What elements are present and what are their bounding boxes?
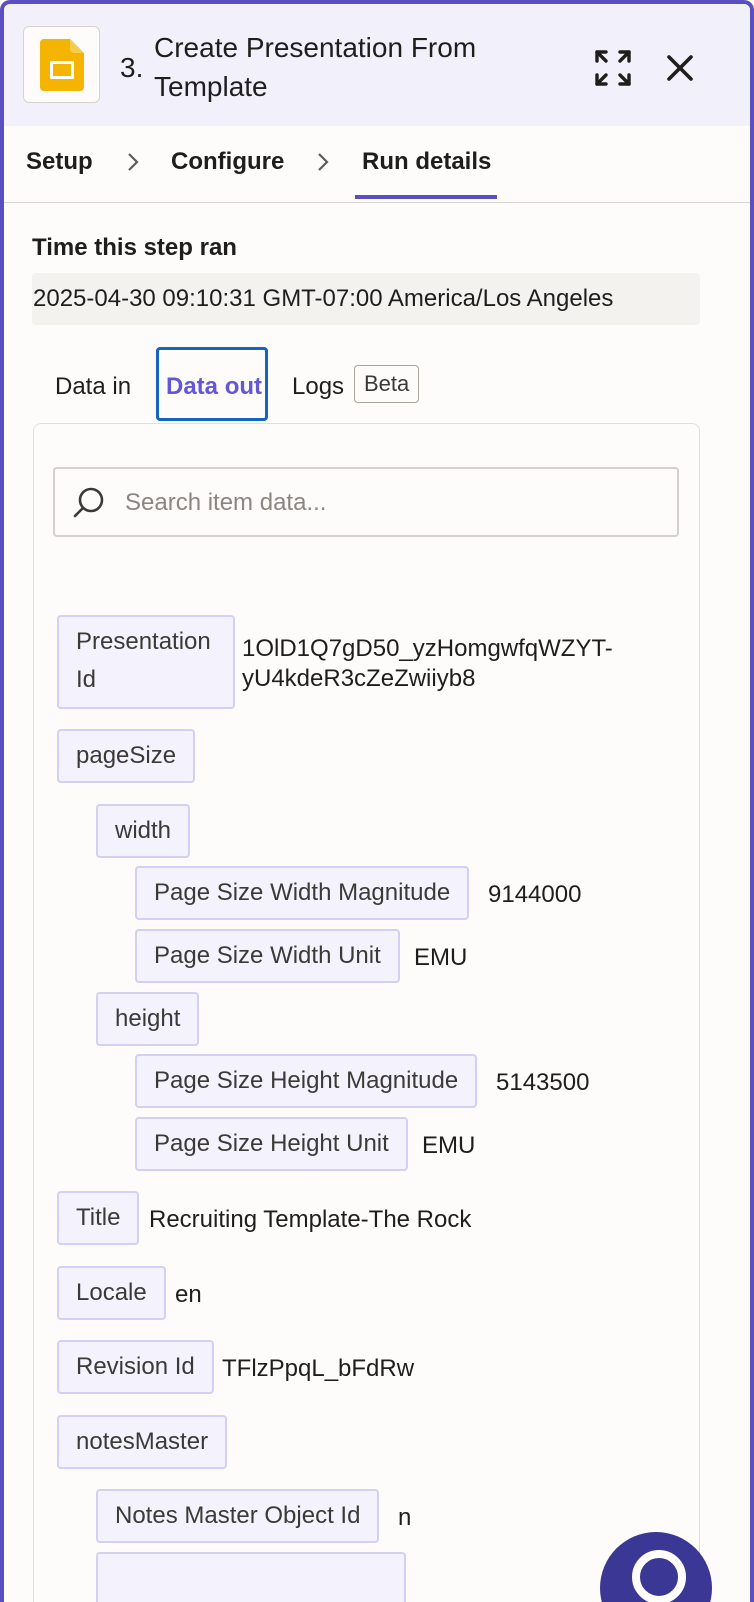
close-button[interactable] xyxy=(656,44,704,92)
time-ran-text: 2025-04-30 09:10:31 GMT-07:00 America/Lo… xyxy=(33,285,614,312)
panel-header: 3. Create Presentation From Template xyxy=(4,4,750,126)
key-revision-id[interactable]: Revision Id xyxy=(57,1340,214,1394)
expand-button[interactable] xyxy=(589,44,637,92)
value-width-magnitude: 9144000 xyxy=(488,881,582,908)
value-height-magnitude: 5143500 xyxy=(496,1069,590,1096)
tab-run-details[interactable]: Run details xyxy=(362,148,491,176)
value-locale: en xyxy=(175,1281,202,1308)
tab-configure[interactable]: Configure xyxy=(171,148,284,176)
time-ran-label: Time this step ran xyxy=(32,234,237,261)
step-title: Create Presentation From Template xyxy=(154,32,477,102)
key-page-size[interactable]: pageSize xyxy=(57,729,196,783)
search-box xyxy=(53,467,679,537)
search-input[interactable] xyxy=(123,469,667,537)
value-notes-master-object-id: n xyxy=(398,1504,412,1531)
time-ran-value: 2025-04-30 09:10:31 GMT-07:00 America/Lo… xyxy=(32,273,700,325)
chat-bubble-icon xyxy=(632,1550,686,1602)
key-height[interactable]: height xyxy=(96,992,200,1046)
key-locale[interactable]: Locale xyxy=(57,1266,166,1320)
step-details-panel: 3. Create Presentation From Template Set… xyxy=(0,0,754,1602)
key-width-unit[interactable]: Page Size Width Unit xyxy=(135,929,400,983)
value-title: Recruiting Template-The Rock xyxy=(149,1206,472,1233)
step-tabs: Setup Configure Run details xyxy=(4,126,750,203)
subtab-logs[interactable]: Logs xyxy=(292,373,344,401)
key-presentation-id[interactable]: Presentation Id xyxy=(57,615,235,709)
close-icon xyxy=(667,55,693,81)
key-height-magnitude[interactable]: Page Size Height Magnitude xyxy=(135,1054,478,1108)
key-width-magnitude[interactable]: Page Size Width Magnitude xyxy=(135,866,470,920)
value-presentation-id: 1OlD1Q7gD50_yzHomgwfqWZYT-yU4kdeR3cZeZwi… xyxy=(242,635,613,692)
value-height-unit: EMU xyxy=(422,1132,476,1159)
key-width[interactable]: width xyxy=(96,804,191,858)
key-partial-row[interactable] xyxy=(96,1552,406,1602)
key-notes-master-object-id[interactable]: Notes Master Object Id xyxy=(96,1489,380,1543)
chevron-right-icon xyxy=(128,153,139,171)
value-width-unit: EMU xyxy=(414,944,468,971)
step-number: 3. xyxy=(120,52,144,83)
google-slides-icon xyxy=(23,26,100,103)
tab-setup[interactable]: Setup xyxy=(26,148,93,176)
subtab-data-in[interactable]: Data in xyxy=(55,373,131,401)
active-tab-indicator xyxy=(355,195,497,199)
search-icon xyxy=(73,487,104,518)
key-title[interactable]: Title xyxy=(57,1191,140,1245)
beta-badge: Beta xyxy=(354,365,420,403)
expand-icon xyxy=(595,50,631,86)
key-height-unit[interactable]: Page Size Height Unit xyxy=(135,1117,408,1171)
chevron-right-icon xyxy=(318,153,329,171)
subtab-data-out[interactable]: Data out xyxy=(166,373,262,401)
value-revision-id: TFlzPpqL_bFdRw xyxy=(222,1355,415,1382)
key-notes-master[interactable]: notesMaster xyxy=(57,1415,228,1469)
